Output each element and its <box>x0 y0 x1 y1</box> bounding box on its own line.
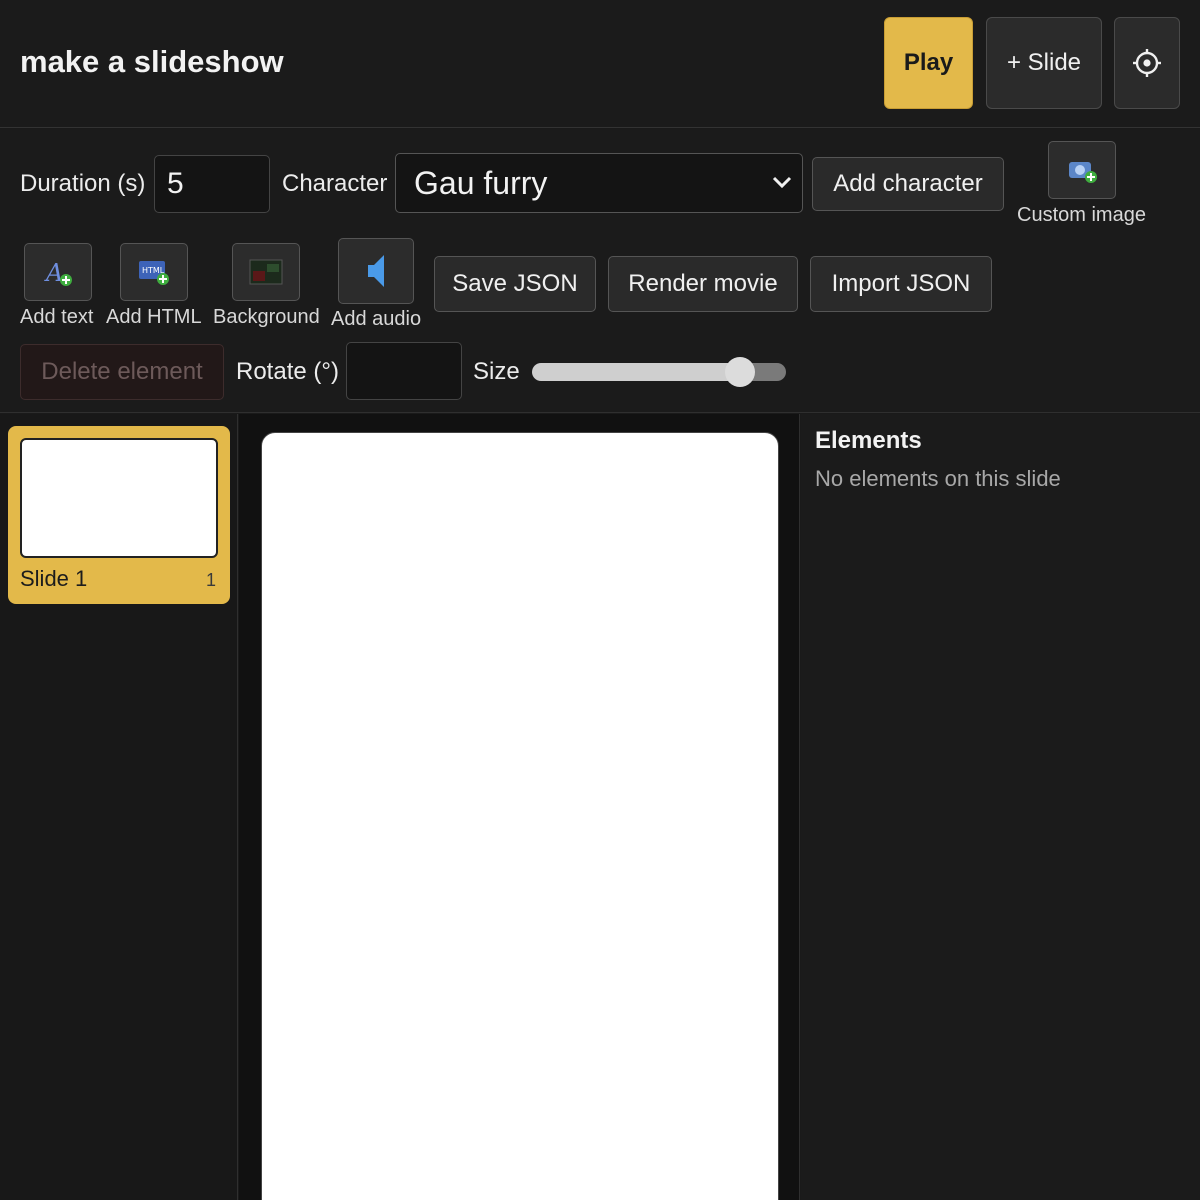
add-text-button[interactable]: A <box>24 243 92 301</box>
render-movie-button[interactable]: Render movie <box>608 256 798 312</box>
header-bar: make a slideshow Play + Slide <box>0 0 1200 128</box>
speaker-icon <box>368 255 384 287</box>
elements-panel: Elements No elements on this slide <box>801 414 1200 1200</box>
character-select-value: Gau furry <box>414 164 548 201</box>
elements-panel-title: Elements <box>815 427 922 454</box>
html-add-icon: HTML <box>139 261 169 285</box>
slide-number: 1 <box>205 570 216 590</box>
editor-toolbar: Duration (s) Character Gau furry Add cha… <box>0 129 1200 413</box>
background-image-icon <box>249 259 283 285</box>
gear-icon <box>1133 49 1161 77</box>
slide-thumbnail[interactable] <box>20 438 218 558</box>
duration-input[interactable] <box>154 155 270 213</box>
size-label: Size <box>473 358 520 385</box>
background-label: Background <box>213 306 320 328</box>
add-audio-button[interactable] <box>338 238 414 304</box>
settings-button[interactable] <box>1114 17 1180 109</box>
canvas-area <box>239 414 800 1200</box>
custom-image-label: Custom image <box>1017 204 1146 226</box>
app-title: make a slideshow <box>20 44 284 79</box>
rotate-input[interactable] <box>346 342 462 400</box>
import-json-button[interactable]: Import JSON <box>810 256 992 312</box>
svg-text:A: A <box>44 259 63 287</box>
delete-element-button[interactable]: Delete element <box>20 344 224 400</box>
add-slide-button[interactable]: + Slide <box>986 17 1102 109</box>
slide-canvas[interactable] <box>261 432 779 1200</box>
add-text-label: Add text <box>20 306 94 328</box>
slide-name: Slide 1 <box>20 566 88 591</box>
character-select[interactable]: Gau furry <box>395 153 803 213</box>
add-html-label: Add HTML <box>106 306 202 328</box>
elements-empty-message: No elements on this slide <box>815 466 1061 491</box>
custom-image-button[interactable] <box>1048 141 1116 199</box>
add-character-button[interactable]: Add character <box>812 157 1004 211</box>
add-html-button[interactable]: HTML <box>120 243 188 301</box>
rotate-label: Rotate (°) <box>236 358 339 385</box>
add-audio-label: Add audio <box>331 308 422 330</box>
play-button[interactable]: Play <box>884 17 973 109</box>
size-slider-thumb[interactable] <box>725 357 756 387</box>
camera-add-icon <box>1069 162 1097 183</box>
slideshow-app: make a slideshow Play + Slide Duration (… <box>0 0 1200 1200</box>
size-slider-fill <box>532 363 741 381</box>
text-add-icon: A <box>44 259 72 287</box>
slides-sidebar: Slide 1 1 <box>0 414 238 1200</box>
background-button[interactable] <box>232 243 300 301</box>
duration-label: Duration (s) <box>20 170 146 197</box>
chevron-down-icon <box>772 176 792 189</box>
slide-card[interactable]: Slide 1 1 <box>8 426 230 604</box>
save-json-button[interactable]: Save JSON <box>434 256 596 312</box>
character-label: Character <box>282 170 388 197</box>
